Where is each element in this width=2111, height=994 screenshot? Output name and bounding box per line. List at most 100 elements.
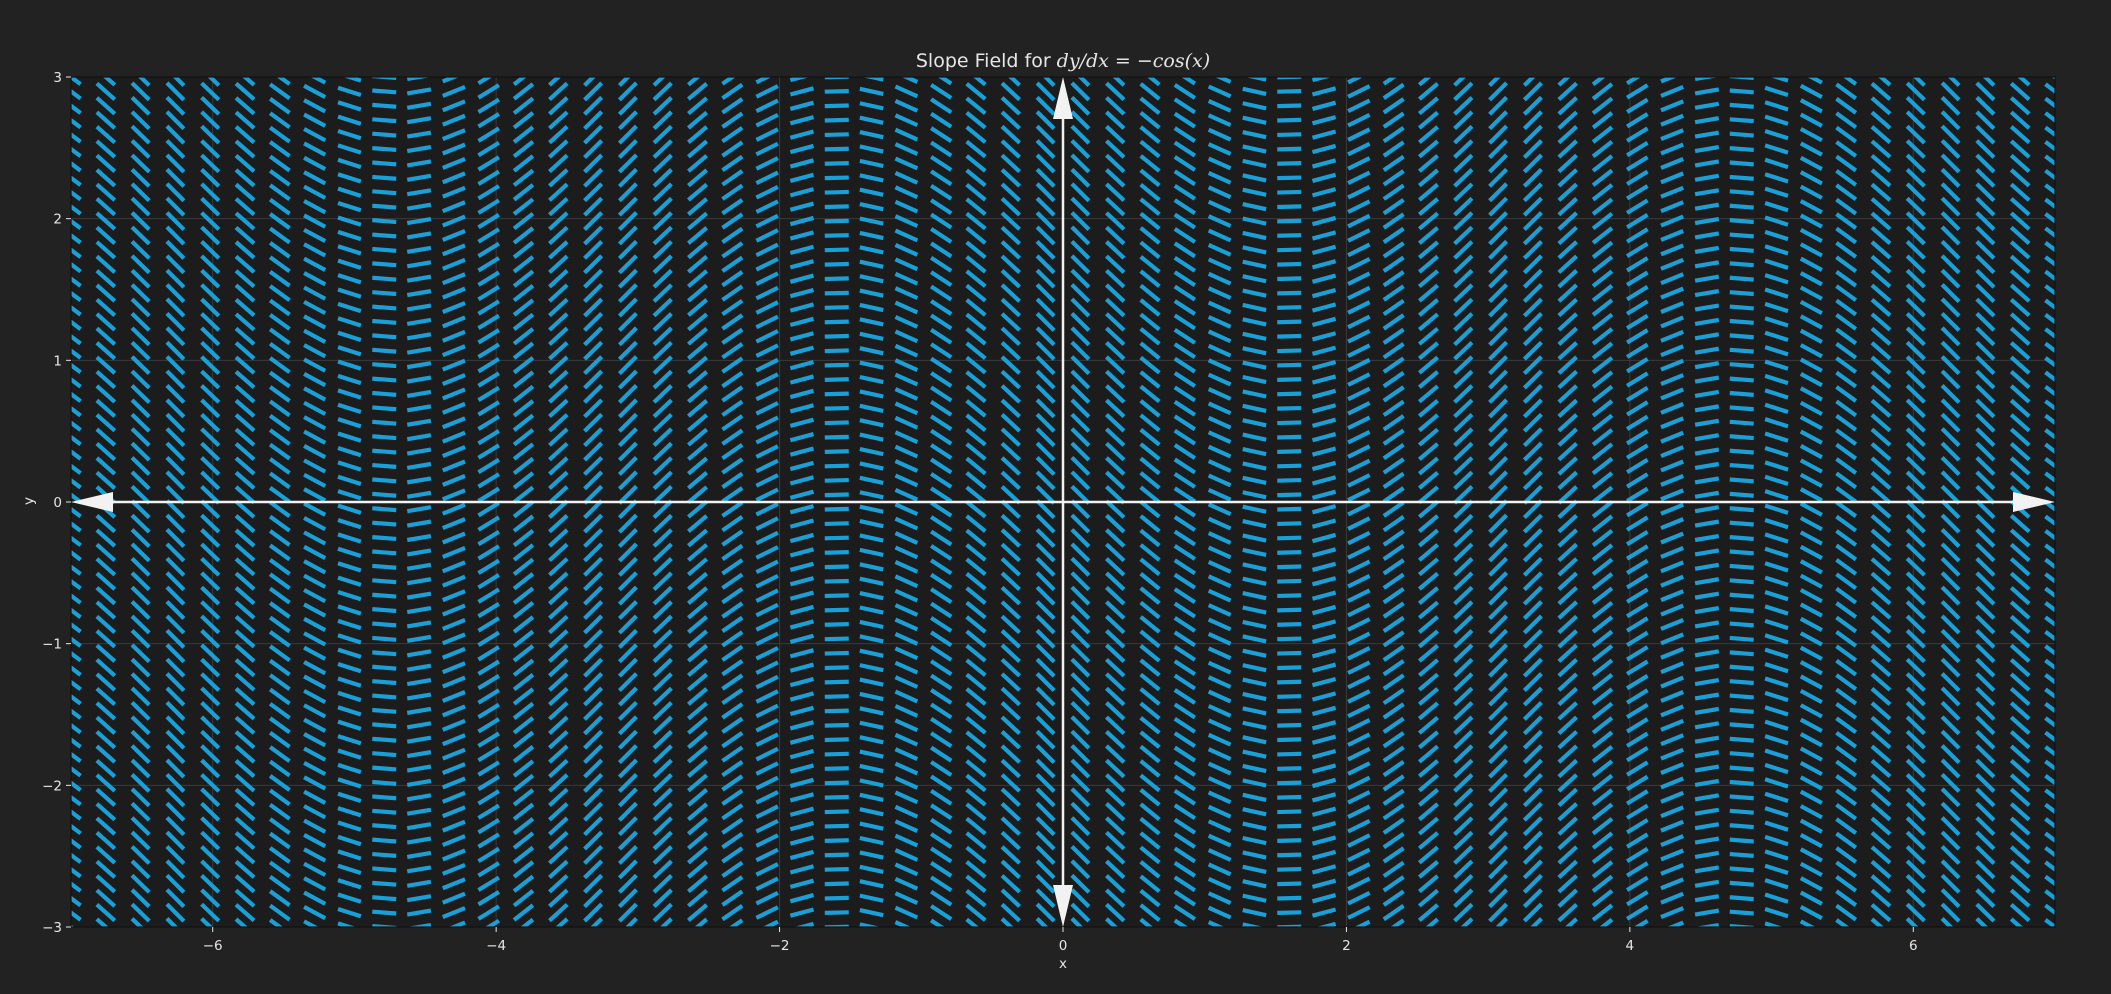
x-tick-label: 4 bbox=[1626, 938, 1635, 954]
slope-segment bbox=[1729, 290, 1754, 297]
slope-segment bbox=[1729, 765, 1754, 772]
slope-segment bbox=[1729, 304, 1754, 311]
slope-segment bbox=[1277, 276, 1302, 282]
slope-segment bbox=[372, 506, 397, 513]
slope-segment bbox=[1277, 881, 1302, 887]
slope-segment bbox=[372, 261, 397, 268]
slope-segment bbox=[1729, 347, 1754, 354]
slope-segment bbox=[372, 880, 397, 887]
slope-segment bbox=[372, 246, 397, 253]
slope-segment bbox=[824, 794, 849, 800]
slope-segment bbox=[1277, 838, 1302, 843]
slope-segment bbox=[372, 160, 397, 167]
slope-segment bbox=[372, 203, 397, 210]
slope-segment bbox=[1277, 852, 1302, 858]
slope-segment bbox=[1729, 592, 1754, 599]
y-tick-label: −1 bbox=[42, 637, 62, 653]
slope-segment bbox=[824, 506, 849, 512]
slope-segment bbox=[824, 636, 849, 642]
slope-segment bbox=[1729, 578, 1754, 585]
slope-segment bbox=[1729, 146, 1754, 153]
slope-segment bbox=[824, 305, 849, 310]
slope-segment bbox=[1729, 117, 1754, 124]
y-axis-label: y bbox=[21, 497, 37, 505]
slope-segment bbox=[824, 492, 849, 498]
slope-segment bbox=[1729, 246, 1754, 253]
y-tick-label: 2 bbox=[53, 212, 62, 228]
slope-segment bbox=[1729, 808, 1754, 815]
slope-segment bbox=[824, 477, 849, 483]
slope-segment bbox=[1729, 909, 1754, 916]
slope-segment bbox=[824, 737, 849, 743]
chart-container: −6 −4 −2 0 2 4 6 −3 −2 −1 0 1 2 3 Slope Field for dy/… bbox=[0, 0, 2111, 989]
slope-segment bbox=[372, 909, 397, 916]
slope-segment bbox=[1277, 492, 1302, 498]
slope-segment bbox=[1277, 305, 1302, 310]
slope-segment bbox=[824, 204, 849, 210]
slope-segment bbox=[372, 117, 397, 124]
slope-segment bbox=[1277, 535, 1302, 541]
slope-segment bbox=[1729, 736, 1754, 743]
x-axis-label: x bbox=[1059, 956, 1067, 972]
slope-segment bbox=[372, 88, 397, 95]
slope-segment bbox=[824, 247, 849, 253]
slope-segment bbox=[824, 535, 849, 541]
slope-segment bbox=[1277, 607, 1302, 613]
slope-segment bbox=[372, 290, 397, 297]
slope-segment bbox=[1729, 102, 1754, 109]
x-tick-label: 6 bbox=[1909, 938, 1918, 954]
slope-segment bbox=[372, 131, 397, 138]
slope-segment bbox=[1729, 174, 1754, 181]
slope-segment bbox=[824, 276, 849, 282]
y-tick-label: 1 bbox=[53, 353, 62, 369]
slope-segment bbox=[372, 693, 397, 700]
slope-segment bbox=[1729, 419, 1754, 426]
slope-segment bbox=[1277, 333, 1302, 339]
slope-segment bbox=[1277, 103, 1302, 109]
slope-segment bbox=[372, 477, 397, 484]
slope-segment bbox=[824, 218, 849, 224]
slope-segment bbox=[1729, 895, 1754, 902]
slope-segment bbox=[372, 895, 397, 902]
slope-segment bbox=[372, 405, 397, 412]
slope-segment bbox=[1729, 535, 1754, 542]
slope-segment bbox=[372, 635, 397, 642]
slope-segment bbox=[1277, 708, 1302, 714]
slope-segment bbox=[1729, 866, 1754, 873]
slope-segment bbox=[372, 419, 397, 426]
y-tick-label: −3 bbox=[42, 920, 62, 936]
slope-segment bbox=[1277, 895, 1302, 901]
slope-segment bbox=[372, 866, 397, 873]
slope-segment bbox=[1277, 506, 1302, 512]
slope-segment bbox=[824, 161, 849, 166]
slope-segment bbox=[1729, 693, 1754, 700]
slope-segment bbox=[1277, 823, 1302, 829]
slope-segment bbox=[1277, 377, 1302, 382]
slope-segment bbox=[372, 390, 397, 397]
slope-segment bbox=[372, 779, 397, 786]
slope-segment bbox=[824, 449, 849, 454]
slope-segment bbox=[824, 434, 849, 440]
slope-segment bbox=[1277, 665, 1302, 671]
slope-segment bbox=[372, 664, 397, 671]
slope-segment bbox=[372, 808, 397, 815]
slope-segment bbox=[824, 175, 849, 181]
slope-segment bbox=[372, 578, 397, 585]
slope-segment bbox=[1277, 391, 1302, 397]
slope-segment bbox=[1729, 405, 1754, 412]
slope-segment bbox=[1729, 823, 1754, 830]
slope-segment bbox=[824, 319, 849, 325]
slope-segment bbox=[372, 189, 397, 196]
slope-segment bbox=[824, 564, 849, 570]
slope-segment bbox=[1729, 563, 1754, 570]
slope-segment bbox=[1277, 348, 1302, 354]
slope-segment bbox=[824, 290, 849, 296]
plot-area: −6 −4 −2 0 2 4 6 −3 −2 −1 0 1 2 3 bbox=[42, 70, 2056, 954]
slope-segment bbox=[1277, 463, 1302, 469]
slope-segment bbox=[372, 376, 397, 383]
slope-segment bbox=[1277, 622, 1302, 627]
slope-segment bbox=[372, 794, 397, 801]
slope-segment bbox=[1729, 318, 1754, 325]
slope-segment bbox=[824, 333, 849, 339]
slope-segment bbox=[824, 852, 849, 858]
